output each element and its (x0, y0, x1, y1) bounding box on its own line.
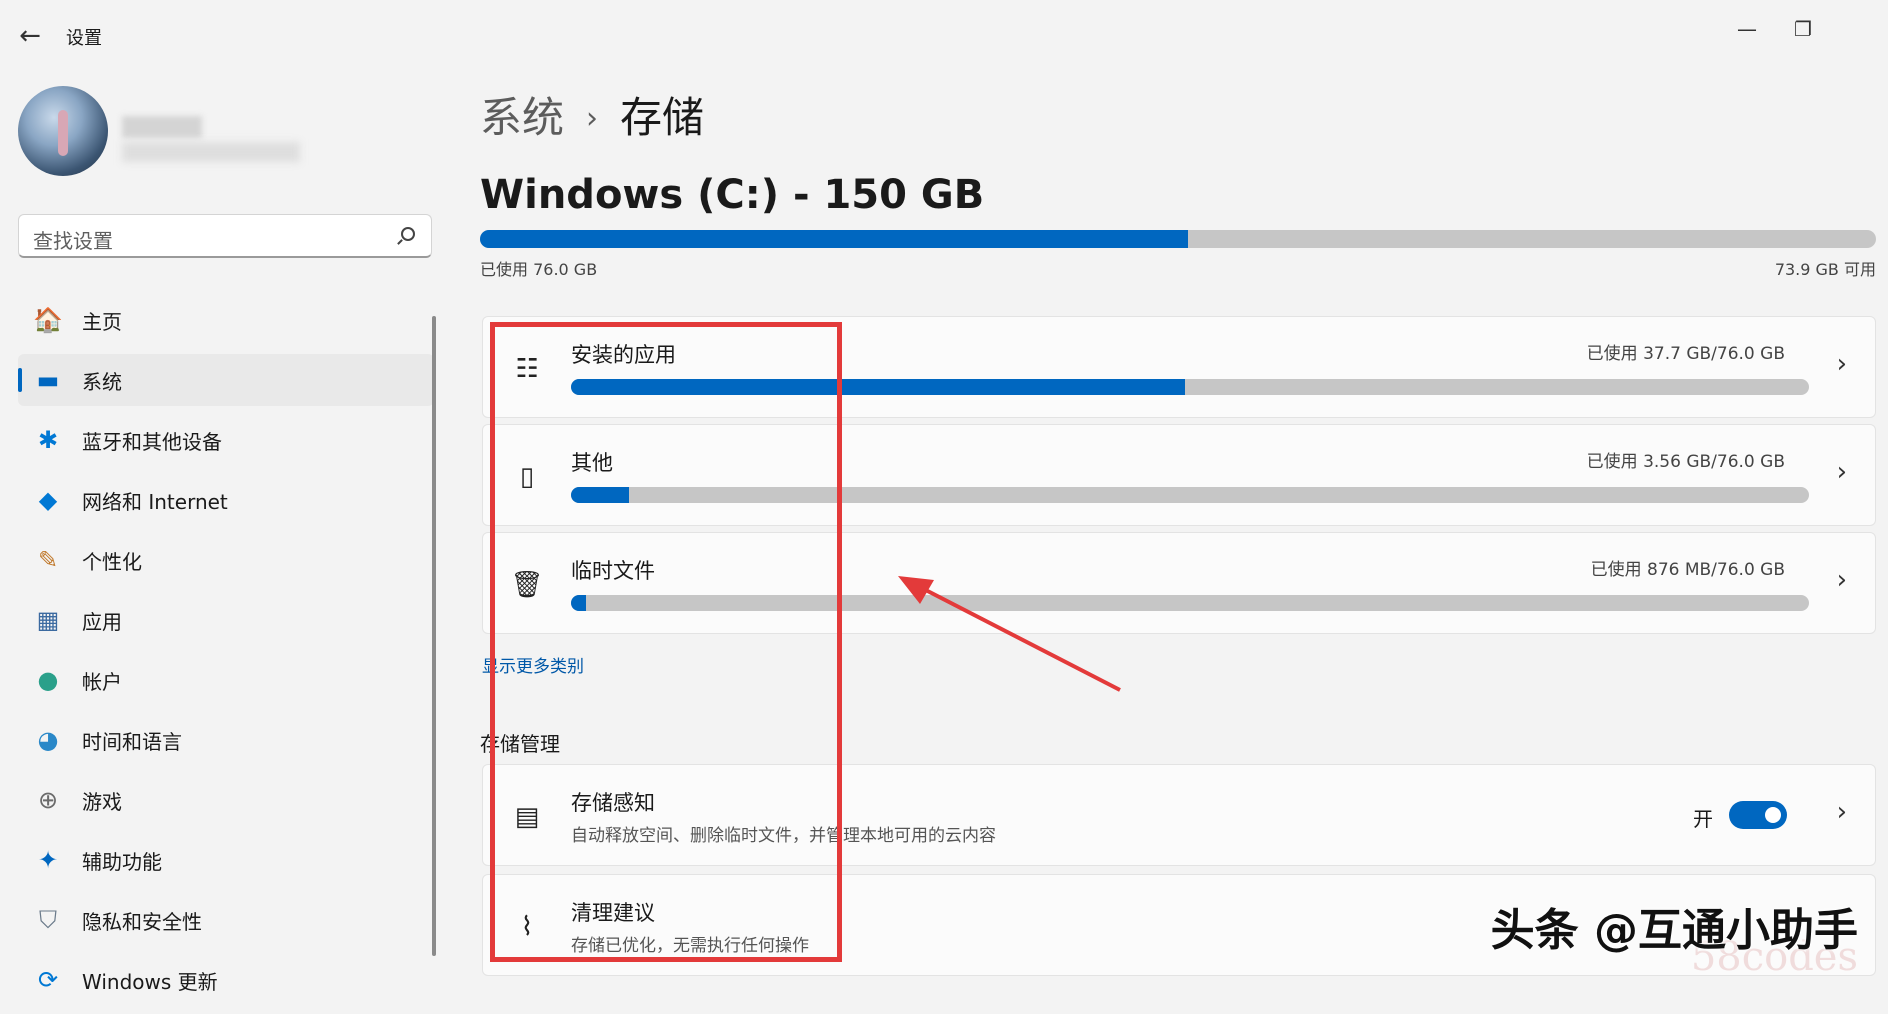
wifi-icon: ◆ (38, 486, 58, 514)
sidebar-item-label: 蓝牙和其他设备 (82, 429, 222, 454)
sidebar-item-label: 辅助功能 (82, 849, 162, 874)
system-icon: ▬ (36, 366, 60, 394)
chevron-right-icon[interactable]: › (1837, 349, 1847, 379)
accessibility-icon: ✦ (37, 846, 59, 874)
drive-title: Windows (C:) - 150 GB (480, 172, 985, 218)
search-icon[interactable] (401, 227, 415, 241)
drive-free-label: 73.9 GB 可用 (1774, 260, 1876, 279)
sidebar-item-label: 应用 (82, 609, 122, 634)
storage-sense-toggle[interactable] (1729, 801, 1787, 829)
page-title: 存储 (620, 93, 705, 142)
breadcrumb-parent[interactable]: 系统 (480, 93, 564, 142)
sidebar-item-label: 游戏 (82, 789, 122, 814)
annotation-highlight-box (490, 322, 842, 962)
sidebar-item[interactable]: ◆ 网络和 Internet (18, 474, 434, 526)
search-input[interactable]: 查找设置 (18, 214, 432, 258)
sidebar-item-label: 系统 (82, 369, 122, 394)
blurred-username (122, 116, 202, 138)
sidebar-item[interactable]: ⊕ 游戏 (18, 774, 434, 826)
sidebar-item[interactable]: 🏠 主页 (18, 294, 434, 346)
minimize-icon[interactable]: — (1732, 14, 1762, 44)
title-bar: ← 设置 — ❐ (0, 0, 1888, 72)
sidebar-item-label: Windows 更新 (82, 969, 218, 994)
home-icon: 🏠 (33, 306, 63, 334)
search-placeholder: 查找设置 (33, 229, 113, 253)
sidebar-item-label: 主页 (82, 309, 122, 334)
bluetooth-icon: ✱ (37, 426, 59, 454)
sidebar-nav: 🏠 主页 ▬ 系统 ✱ 蓝牙和其他设备 ◆ 网络和 Internet ✎ 个性化 ▦ 应用 ● 帐户 ◕ 时间… (18, 294, 434, 1014)
app-title: 设置 (66, 28, 102, 49)
update-icon: ⟳ (37, 966, 59, 994)
annotation-arrow-icon (898, 576, 1121, 692)
apps-icon: ▦ (36, 606, 60, 634)
chevron-right-icon[interactable]: › (1837, 565, 1847, 595)
sidebar-item[interactable]: ✎ 个性化 (18, 534, 434, 586)
storage-sense-toggle-label: 开 (1693, 807, 1713, 831)
sidebar-item-label: 隐私和安全性 (82, 909, 202, 934)
category-usage: 已使用 37.7 GB/76.0 GB (1586, 344, 1785, 364)
brush-icon: ✎ (37, 546, 59, 574)
category-usage: 已使用 876 MB/76.0 GB (1590, 560, 1785, 580)
globe-clock-icon: ◕ (37, 726, 59, 754)
sidebar-scrollbar[interactable] (432, 316, 436, 956)
sidebar-item-label: 帐户 (82, 669, 122, 694)
breadcrumb: 系统 › 存储 (480, 84, 704, 145)
sidebar-item-label: 个性化 (82, 549, 142, 574)
sidebar-item-label: 时间和语言 (82, 729, 182, 754)
restore-icon[interactable]: ❐ (1788, 14, 1818, 44)
drive-usage-fill (480, 230, 1188, 248)
sidebar-item[interactable]: ▦ 应用 (18, 594, 434, 646)
drive-usage-bar (480, 230, 1876, 248)
sidebar-item[interactable]: ▬ 系统 (18, 354, 434, 406)
sidebar-item[interactable]: ◕ 时间和语言 (18, 714, 434, 766)
sidebar-item-label: 网络和 Internet (82, 489, 228, 514)
sidebar-item[interactable]: ● 帐户 (18, 654, 434, 706)
gamepad-icon: ⊕ (37, 786, 59, 814)
shield-icon: ⛉ (39, 906, 57, 934)
back-arrow-icon[interactable]: ← (16, 22, 44, 50)
drive-used-label: 已使用 76.0 GB (480, 260, 598, 279)
blurred-email (122, 142, 300, 162)
sidebar-item[interactable]: ⟳ Windows 更新 (18, 954, 434, 1006)
breadcrumb-separator-icon: › (586, 101, 599, 136)
sidebar-item[interactable]: ⛉ 隐私和安全性 (18, 894, 434, 946)
chevron-right-icon[interactable]: › (1837, 797, 1847, 827)
category-usage: 已使用 3.56 GB/76.0 GB (1586, 452, 1785, 472)
account-icon: ● (37, 666, 59, 694)
avatar[interactable] (18, 86, 108, 176)
watermark: 头条 @互通小助手 (1490, 905, 1858, 956)
sidebar-item[interactable]: ✦ 辅助功能 (18, 834, 434, 886)
chevron-right-icon[interactable]: › (1837, 457, 1847, 487)
sidebar-item[interactable]: ✱ 蓝牙和其他设备 (18, 414, 434, 466)
